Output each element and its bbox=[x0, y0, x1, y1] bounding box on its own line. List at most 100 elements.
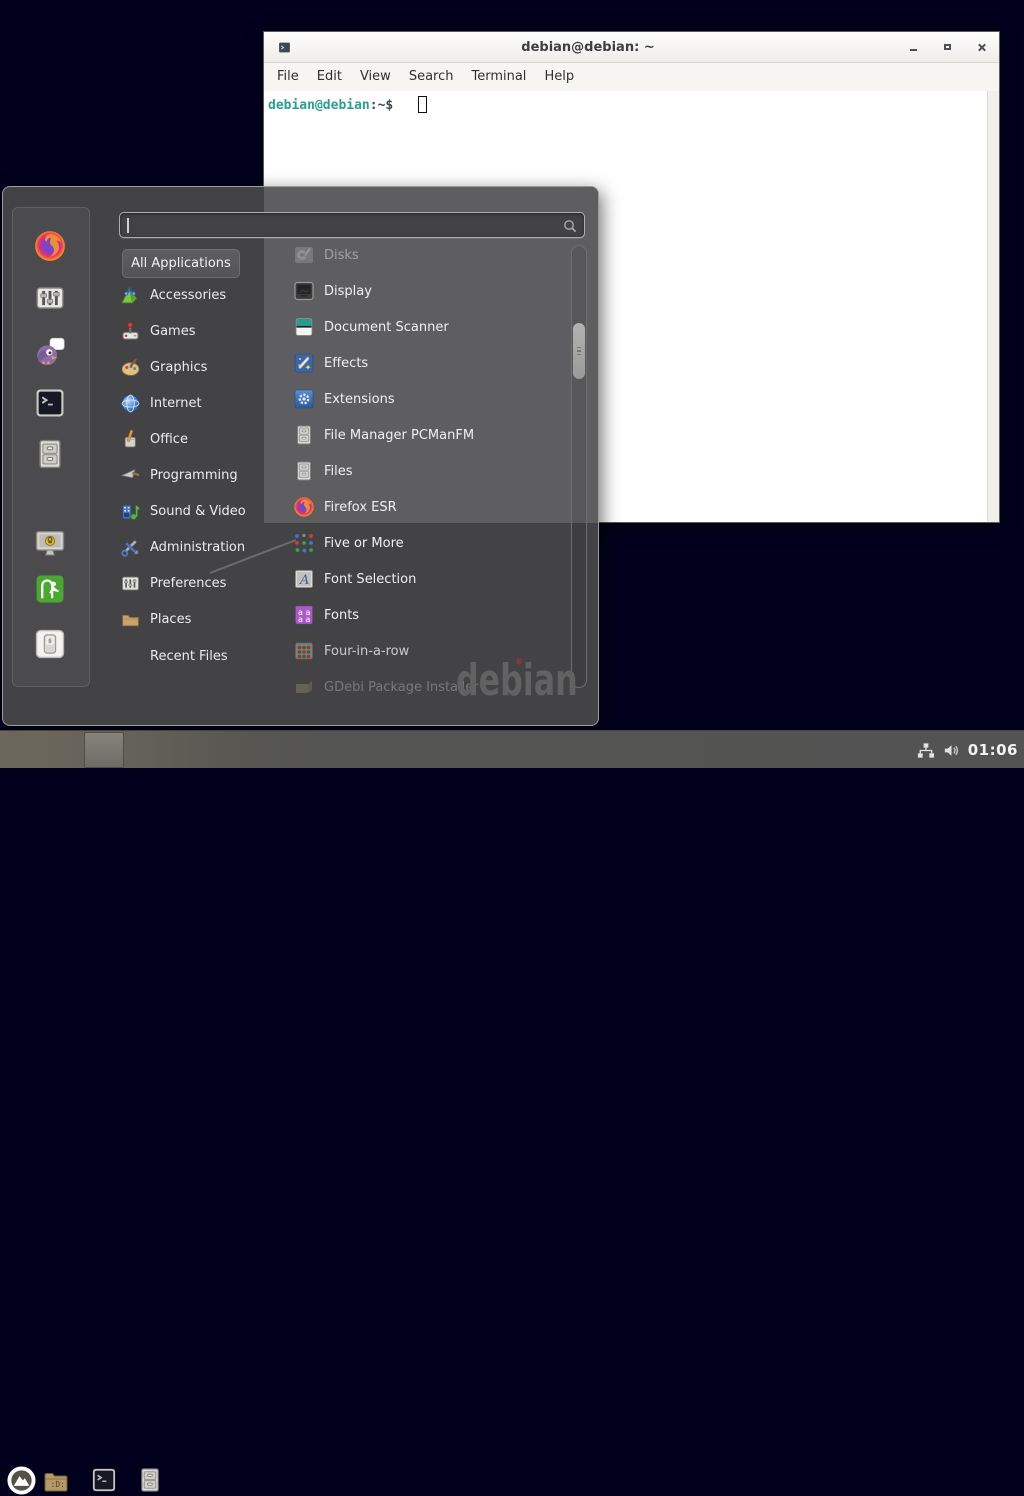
app-label: Font Selection bbox=[324, 572, 416, 587]
terminal-menubar: FileEditViewSearchTerminalHelp bbox=[264, 63, 999, 92]
terminal-scrollbar[interactable] bbox=[987, 91, 999, 522]
cat-administration-icon bbox=[120, 537, 141, 558]
menu-help[interactable]: Help bbox=[535, 63, 583, 91]
application-menu: debian All Applications Accessories Games… bbox=[2, 186, 599, 726]
cat-programming-icon bbox=[120, 465, 141, 486]
app-label: Disks bbox=[324, 248, 359, 263]
terminal-titlebar[interactable]: debian@debian: ~ bbox=[264, 32, 999, 63]
network-icon[interactable] bbox=[916, 741, 935, 760]
app-file-manager-pcmanfm[interactable]: File Manager PCManFM bbox=[264, 417, 564, 453]
category-recent-files[interactable]: Recent Files bbox=[120, 641, 270, 671]
maximize-button[interactable] bbox=[941, 40, 953, 54]
app-files[interactable]: Files bbox=[264, 453, 564, 489]
no-icon bbox=[120, 646, 141, 667]
category-preferences[interactable]: Preferences bbox=[120, 569, 270, 599]
category-label: Administration bbox=[150, 540, 245, 555]
app-disks[interactable]: Disks bbox=[264, 238, 564, 273]
lock-screen-icon bbox=[33, 526, 67, 560]
favorite-lock-screen[interactable] bbox=[33, 526, 67, 560]
app-cabinet-icon bbox=[293, 460, 315, 482]
category-label: Programming bbox=[150, 468, 238, 483]
minimize-button[interactable] bbox=[907, 40, 919, 54]
category-games[interactable]: Games bbox=[120, 316, 270, 346]
app-display-icon bbox=[293, 280, 315, 302]
volume-icon[interactable] bbox=[942, 741, 961, 760]
category-label: Places bbox=[150, 612, 191, 627]
menu-edit[interactable]: Edit bbox=[308, 63, 351, 91]
svg-text::D:: :D: bbox=[51, 1480, 65, 1489]
app-label: Display bbox=[324, 284, 372, 299]
launcher-menu[interactable] bbox=[6, 1465, 37, 1496]
app-label: Extensions bbox=[324, 392, 395, 407]
app-four-icon bbox=[293, 640, 315, 662]
category-programming[interactable]: Programming bbox=[120, 461, 270, 491]
cat-accessories-icon bbox=[120, 285, 141, 306]
app-document-scanner[interactable]: Document Scanner bbox=[264, 309, 564, 345]
category-places[interactable]: Places bbox=[120, 605, 270, 635]
app-display[interactable]: Display bbox=[264, 273, 564, 309]
scrollbar-handle[interactable] bbox=[573, 323, 585, 379]
favorite-settings[interactable] bbox=[33, 281, 67, 315]
debian-watermark: debian bbox=[456, 655, 578, 706]
favorite-cabinet[interactable] bbox=[33, 437, 67, 471]
app-fonts[interactable]: a aa aFonts bbox=[264, 597, 564, 633]
launcher-file-manager[interactable]: :D: bbox=[42, 1468, 70, 1496]
category-label: Recent Files bbox=[150, 649, 228, 664]
app-effects[interactable]: Effects bbox=[264, 345, 564, 381]
all-applications-button[interactable]: All Applications bbox=[122, 249, 240, 278]
terminal-prompt: debian@debian:~$ bbox=[268, 98, 393, 113]
cabinet-icon bbox=[136, 1466, 164, 1494]
app-fontsel-icon: A bbox=[293, 568, 315, 590]
folder-launcher-icon: :D: bbox=[42, 1468, 70, 1496]
cat-games-icon bbox=[120, 321, 141, 342]
category-internet[interactable]: Internet bbox=[120, 388, 270, 418]
category-graphics[interactable]: Graphics bbox=[120, 352, 270, 382]
search-icon bbox=[562, 218, 578, 234]
app-extensions[interactable]: Extensions bbox=[264, 381, 564, 417]
search-input[interactable] bbox=[119, 212, 585, 238]
cat-office-icon bbox=[120, 429, 141, 450]
menu-button-icon bbox=[6, 1465, 37, 1496]
category-label: Office bbox=[150, 432, 188, 447]
cabinet-icon bbox=[33, 437, 67, 471]
app-label: Fonts bbox=[324, 608, 359, 623]
app-extensions-icon bbox=[293, 388, 315, 410]
cat-internet-icon bbox=[120, 393, 141, 414]
terminal-cursor bbox=[418, 96, 427, 113]
terminal-icon bbox=[33, 386, 67, 420]
favorite-logout[interactable] bbox=[33, 572, 67, 606]
category-label: Sound & Video bbox=[150, 504, 246, 519]
favorite-terminal[interactable] bbox=[33, 386, 67, 420]
category-office[interactable]: Office bbox=[120, 424, 270, 454]
svg-text:A: A bbox=[299, 573, 309, 588]
launcher-terminal[interactable] bbox=[90, 1466, 118, 1494]
app-list-scrollbar[interactable] bbox=[571, 245, 587, 688]
menu-file[interactable]: File bbox=[268, 63, 308, 91]
menu-view[interactable]: View bbox=[351, 63, 400, 91]
settings-icon bbox=[33, 281, 67, 315]
favorite-shutdown[interactable] bbox=[33, 627, 67, 661]
app-effects-icon bbox=[293, 352, 315, 374]
category-sound-video[interactable]: Sound & Video bbox=[120, 497, 270, 527]
launcher-files[interactable] bbox=[136, 1466, 164, 1494]
system-tray: 01:06 bbox=[916, 731, 1018, 769]
cat-graphics-icon bbox=[120, 357, 141, 378]
app-firefox-esr[interactable]: Firefox ESR bbox=[264, 489, 564, 525]
category-label: Games bbox=[150, 324, 195, 339]
close-button[interactable] bbox=[975, 40, 987, 54]
clock[interactable]: 01:06 bbox=[968, 741, 1018, 759]
terminal-icon bbox=[90, 1466, 118, 1494]
app-five-or-more[interactable]: Five or More bbox=[264, 525, 564, 561]
pidgin-icon bbox=[33, 334, 67, 368]
window-title: debian@debian: ~ bbox=[291, 40, 885, 55]
window-controls bbox=[885, 40, 987, 54]
category-accessories[interactable]: Accessories bbox=[120, 280, 270, 310]
menu-search[interactable]: Search bbox=[400, 63, 463, 91]
app-firefox-icon bbox=[293, 496, 315, 518]
active-window-button[interactable] bbox=[84, 732, 124, 768]
cat-sound-video-icon bbox=[120, 501, 141, 522]
favorite-firefox[interactable] bbox=[33, 229, 67, 263]
menu-terminal[interactable]: Terminal bbox=[462, 63, 535, 91]
favorite-pidgin[interactable] bbox=[33, 334, 67, 368]
app-font-selection[interactable]: A Font Selection bbox=[264, 561, 564, 597]
